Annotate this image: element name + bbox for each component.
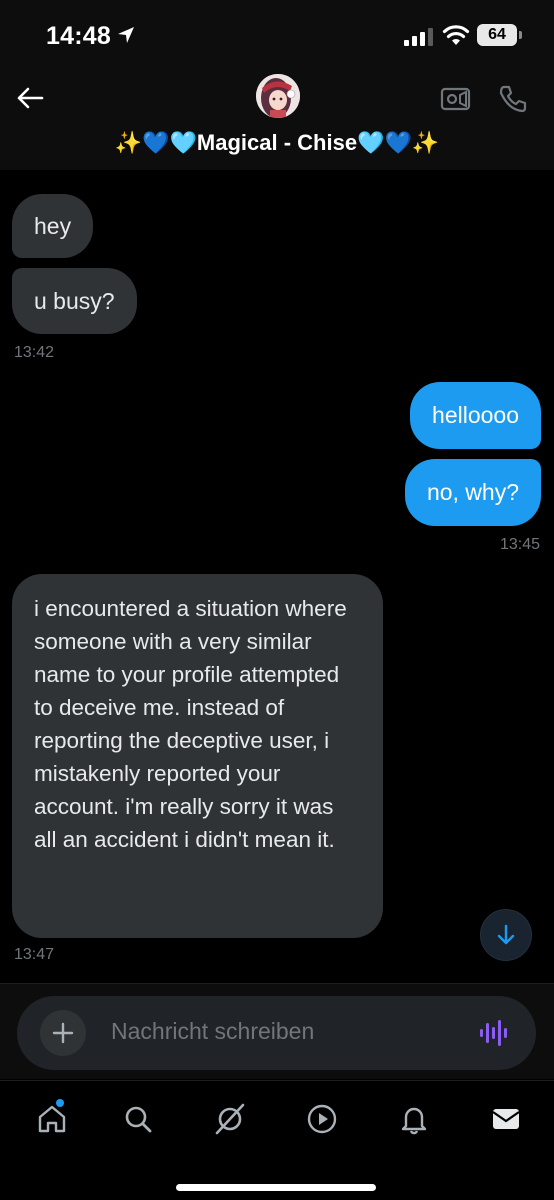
outgoing-message[interactable]: helloooo <box>410 382 541 449</box>
incoming-message[interactable]: u busy? <box>12 268 137 334</box>
grok-icon <box>215 1103 245 1135</box>
video-call-button[interactable] <box>440 86 472 112</box>
nav-grok[interactable] <box>210 1099 250 1139</box>
nav-home[interactable] <box>32 1099 72 1139</box>
bell-icon <box>401 1107 427 1135</box>
incoming-message[interactable]: i encountered a situation where someone … <box>12 574 383 938</box>
back-button[interactable] <box>14 84 46 112</box>
outgoing-message[interactable]: no, why? <box>404 459 541 526</box>
status-time: 14:48 <box>46 22 111 50</box>
message-composer[interactable]: Nachricht schreiben <box>17 996 536 1070</box>
avatar[interactable] <box>256 74 300 118</box>
video-camera-icon <box>440 87 471 111</box>
composer-area: Nachricht schreiben <box>0 983 554 1079</box>
message-input[interactable]: Nachricht schreiben <box>111 1018 314 1045</box>
voice-wave-icon[interactable] <box>479 1018 509 1048</box>
conversation-title[interactable]: ✨💙🩵Magical - Chise🩵💙✨ <box>0 130 554 156</box>
location-arrow-icon <box>118 27 134 43</box>
wifi-icon <box>442 25 470 45</box>
incoming-message[interactable]: hey <box>12 194 94 258</box>
video-play-icon <box>307 1104 337 1134</box>
search-icon <box>125 1106 152 1133</box>
scroll-to-bottom-button[interactable] <box>480 909 532 961</box>
nav-search[interactable] <box>118 1099 158 1139</box>
conversation-header: ✨💙🩵Magical - Chise🩵💙✨ <box>0 70 554 170</box>
arrow-left-icon <box>17 87 44 109</box>
bottom-nav <box>0 1080 554 1200</box>
home-icon <box>38 1105 66 1133</box>
voice-call-button[interactable] <box>498 84 528 114</box>
battery-indicator: 64 <box>477 24 522 46</box>
mail-icon <box>492 1109 520 1129</box>
nav-notifications[interactable] <box>394 1099 434 1139</box>
notification-dot <box>56 1099 64 1107</box>
plus-icon <box>52 1022 74 1044</box>
message-timestamp: 13:45 <box>499 536 540 553</box>
nav-messages[interactable] <box>486 1099 526 1139</box>
phone-icon <box>499 85 527 113</box>
status-bar: 14:48 64 <box>0 0 554 70</box>
avatar-image <box>256 74 300 118</box>
message-timestamp: 13:47 <box>14 946 55 963</box>
home-indicator <box>176 1184 376 1191</box>
arrow-down-icon <box>497 924 515 945</box>
nav-video[interactable] <box>302 1099 342 1139</box>
cellular-signal-icon <box>404 28 433 46</box>
add-attachment-button[interactable] <box>40 1010 86 1056</box>
message-timestamp: 13:42 <box>14 344 55 361</box>
